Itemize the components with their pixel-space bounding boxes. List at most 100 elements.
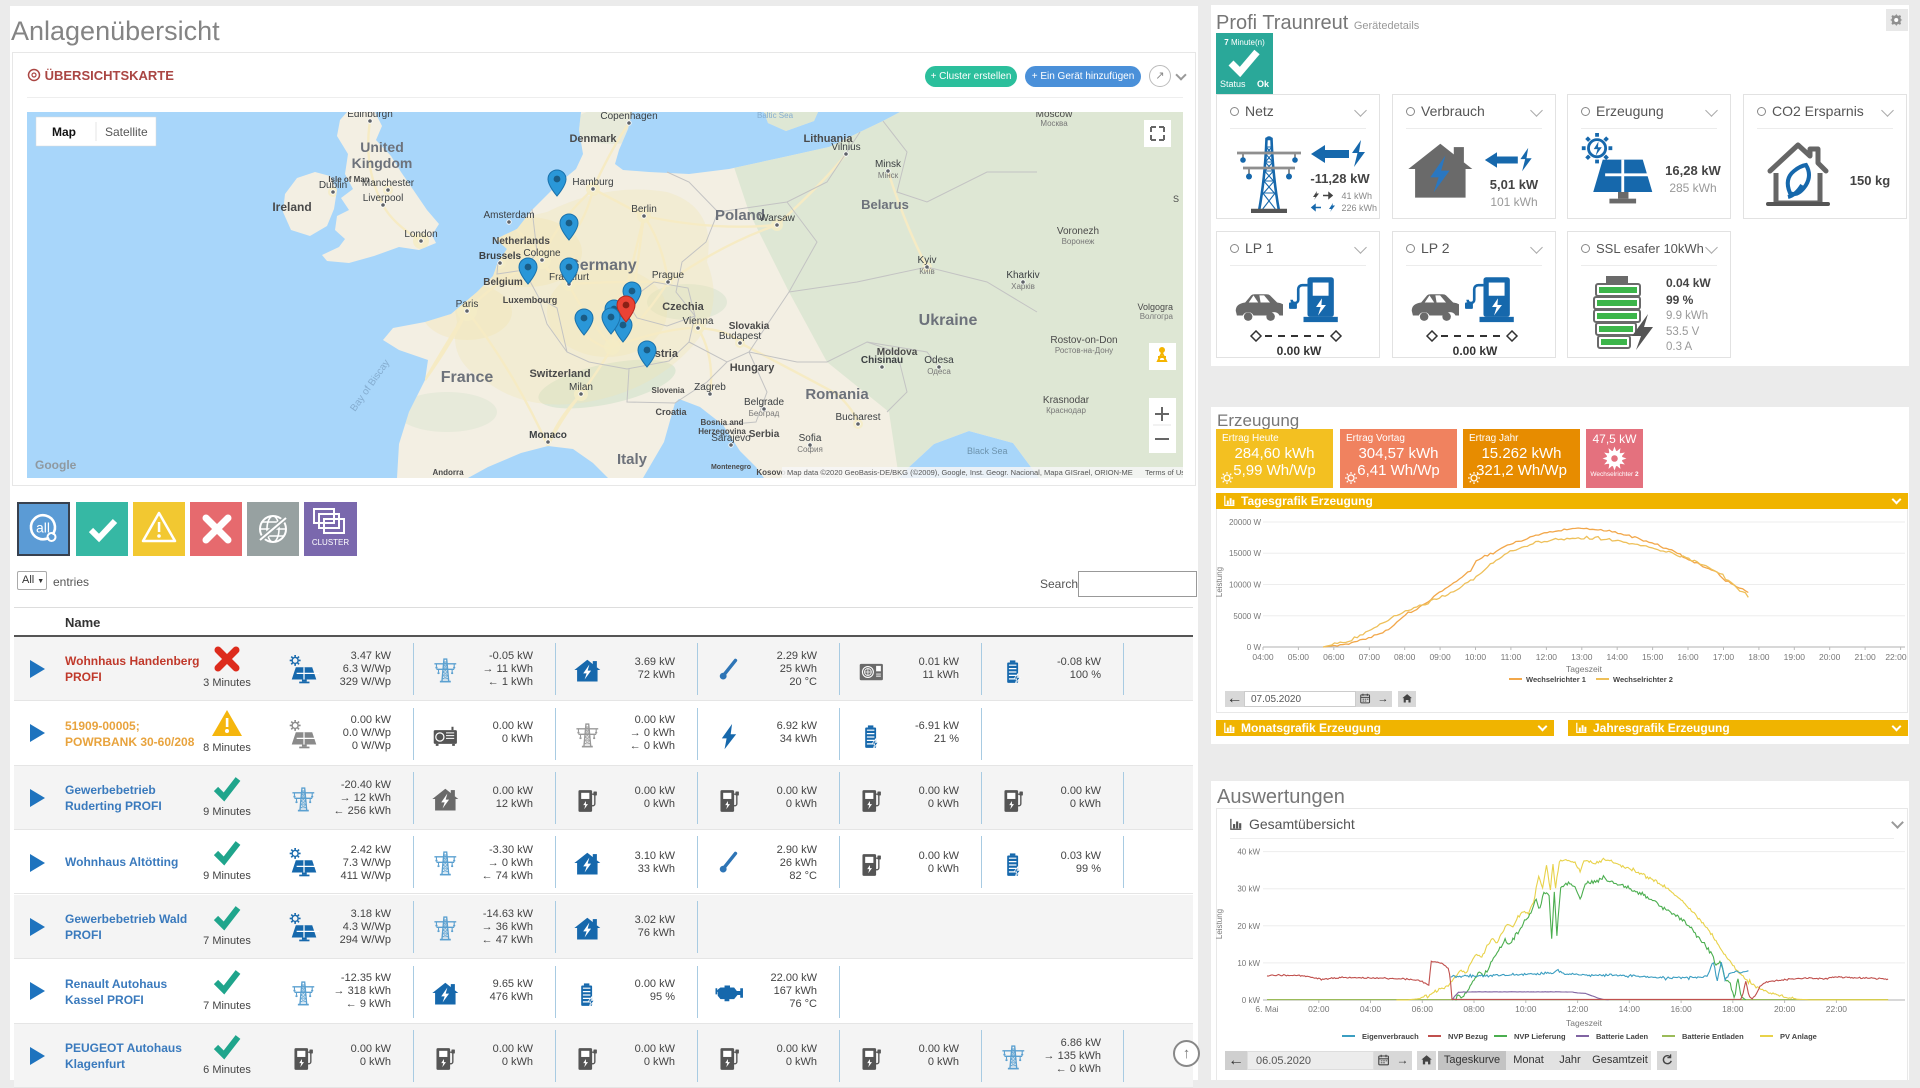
svg-text:08:00: 08:00 — [1463, 1004, 1485, 1014]
svg-text:20:00: 20:00 — [1774, 1004, 1796, 1014]
svg-text:Kosovo: Kosovo — [756, 468, 785, 477]
svg-text:18:00: 18:00 — [1748, 652, 1770, 662]
svg-text:16:00: 16:00 — [1670, 1004, 1692, 1014]
svg-text:Wechselrichter 1: Wechselrichter 1 — [1526, 675, 1586, 684]
svg-text:Andorra: Andorra — [432, 468, 464, 477]
svg-text:Italy: Italy — [617, 451, 648, 468]
svg-text:15:00: 15:00 — [1642, 652, 1664, 662]
svg-text:15000 W: 15000 W — [1229, 549, 1261, 558]
svg-text:Terms of Use: Terms of Use — [1145, 468, 1183, 477]
svg-text:Ireland: Ireland — [272, 200, 311, 214]
svg-text:Волгогра: Волгогра — [1140, 312, 1174, 321]
svg-text:13:00: 13:00 — [1571, 652, 1593, 662]
svg-text:02:00: 02:00 — [1308, 1004, 1330, 1014]
svg-text:12:00: 12:00 — [1536, 652, 1558, 662]
svg-text:10 kW: 10 kW — [1237, 959, 1260, 968]
svg-text:18:00: 18:00 — [1722, 1004, 1744, 1014]
svg-text:Edinburgh: Edinburgh — [347, 112, 393, 120]
svg-text:Одеса: Одеса — [927, 367, 951, 376]
svg-text:Black Sea: Black Sea — [967, 446, 1008, 456]
svg-text:06:00: 06:00 — [1412, 1004, 1434, 1014]
svg-text:Hungary: Hungary — [730, 362, 776, 374]
svg-text:11:00: 11:00 — [1501, 652, 1522, 662]
svg-text:all: all — [36, 520, 50, 536]
svg-text:Rostov-on-Don: Rostov-on-Don — [1050, 335, 1117, 346]
svg-text:Vilnius: Vilnius — [831, 142, 860, 153]
svg-text:Romania: Romania — [805, 386, 869, 403]
svg-text:04:00: 04:00 — [1360, 1004, 1382, 1014]
svg-text:Brussels: Brussels — [479, 251, 522, 262]
svg-text:40 kW: 40 kW — [1237, 848, 1260, 857]
svg-text:20:00: 20:00 — [1819, 652, 1841, 662]
svg-text:Paris: Paris — [456, 299, 479, 310]
svg-text:Map data ©2020 GeoBasis-DE/BKG: Map data ©2020 GeoBasis-DE/BKG (©2009), … — [787, 468, 1133, 477]
svg-text:14:00: 14:00 — [1607, 652, 1629, 662]
svg-text:Bosnia and: Bosnia and — [700, 418, 743, 427]
svg-text:Milan: Milan — [569, 382, 593, 393]
svg-text:09:00: 09:00 — [1429, 652, 1451, 662]
svg-text:Chisinau: Chisinau — [861, 355, 903, 366]
svg-text:Budapest: Budapest — [719, 331, 761, 342]
svg-text:S: S — [1173, 194, 1179, 204]
svg-text:Manchester: Manchester — [362, 178, 415, 189]
svg-text:Belgium: Belgium — [483, 277, 523, 288]
svg-text:30 kW: 30 kW — [1237, 885, 1260, 894]
svg-text:Київ: Київ — [919, 267, 935, 276]
svg-text:05:00: 05:00 — [1288, 652, 1310, 662]
svg-text:Minsk: Minsk — [875, 159, 902, 170]
svg-text:NVP Bezug: NVP Bezug — [1448, 1032, 1488, 1041]
svg-text:10:00: 10:00 — [1465, 652, 1487, 662]
svg-text:София: София — [797, 445, 823, 454]
svg-text:Београд: Београд — [749, 409, 780, 418]
svg-text:Eigenverbrauch: Eigenverbrauch — [1362, 1032, 1419, 1041]
svg-text:Sofia: Sofia — [799, 433, 822, 444]
svg-text:Bucharest: Bucharest — [835, 412, 880, 423]
svg-text:Map: Map — [52, 125, 76, 139]
svg-text:Satellite: Satellite — [105, 125, 148, 139]
svg-text:5000 W: 5000 W — [1233, 612, 1261, 621]
svg-text:14:00: 14:00 — [1619, 1004, 1641, 1014]
svg-text:NVP Lieferung: NVP Lieferung — [1514, 1032, 1566, 1041]
svg-text:Hamburg: Hamburg — [572, 177, 613, 188]
svg-text:12:00: 12:00 — [1567, 1004, 1589, 1014]
svg-text:Amsterdam: Amsterdam — [483, 210, 534, 221]
svg-text:Batterie Entladen: Batterie Entladen — [1682, 1032, 1744, 1041]
svg-text:Москва: Москва — [1040, 119, 1068, 128]
svg-text:17:00: 17:00 — [1713, 652, 1735, 662]
svg-text:Cologne: Cologne — [523, 248, 561, 259]
svg-text:Zagreb: Zagreb — [694, 382, 726, 393]
svg-text:Kyiv: Kyiv — [918, 255, 937, 266]
svg-text:16:00: 16:00 — [1677, 652, 1699, 662]
svg-text:Netherlands: Netherlands — [492, 236, 550, 247]
svg-text:Copenhagen: Copenhagen — [600, 112, 657, 122]
svg-text:PV Anlage: PV Anlage — [1780, 1032, 1817, 1041]
svg-text:Prague: Prague — [652, 270, 685, 281]
svg-text:06:00: 06:00 — [1323, 652, 1345, 662]
svg-text:Poland: Poland — [715, 207, 765, 224]
svg-text:Berlin: Berlin — [631, 204, 657, 215]
svg-text:19:00: 19:00 — [1784, 652, 1806, 662]
svg-text:22:00: 22:00 — [1826, 1004, 1848, 1014]
svg-text:London: London — [404, 229, 437, 240]
svg-text:Luxembourg: Luxembourg — [503, 295, 558, 305]
svg-text:Ukraine: Ukraine — [919, 312, 978, 329]
svg-text:Serbia: Serbia — [749, 429, 780, 440]
svg-text:Warsaw: Warsaw — [759, 213, 796, 224]
svg-text:Liverpool: Liverpool — [363, 193, 404, 204]
svg-text:Montenegro: Montenegro — [711, 464, 751, 471]
svg-text:21:00: 21:00 — [1854, 652, 1876, 662]
svg-text:Switzerland: Switzerland — [529, 368, 590, 380]
svg-text:6. Mai: 6. Mai — [1255, 1004, 1278, 1014]
svg-text:Воронеж: Воронеж — [1062, 237, 1095, 246]
svg-text:Belgrade: Belgrade — [744, 397, 784, 408]
svg-text:Leistung: Leistung — [1216, 567, 1224, 597]
svg-text:Volgogra: Volgogra — [1137, 302, 1173, 312]
svg-text:10000 W: 10000 W — [1229, 581, 1261, 590]
svg-text:10:00: 10:00 — [1515, 1004, 1537, 1014]
svg-text:Vienna: Vienna — [683, 316, 714, 327]
svg-text:Denmark: Denmark — [569, 133, 617, 145]
svg-text:France: France — [441, 369, 494, 386]
svg-text:United: United — [360, 139, 404, 155]
svg-text:22:00: 22:00 — [1885, 652, 1907, 662]
svg-text:Leistung: Leistung — [1216, 909, 1224, 939]
